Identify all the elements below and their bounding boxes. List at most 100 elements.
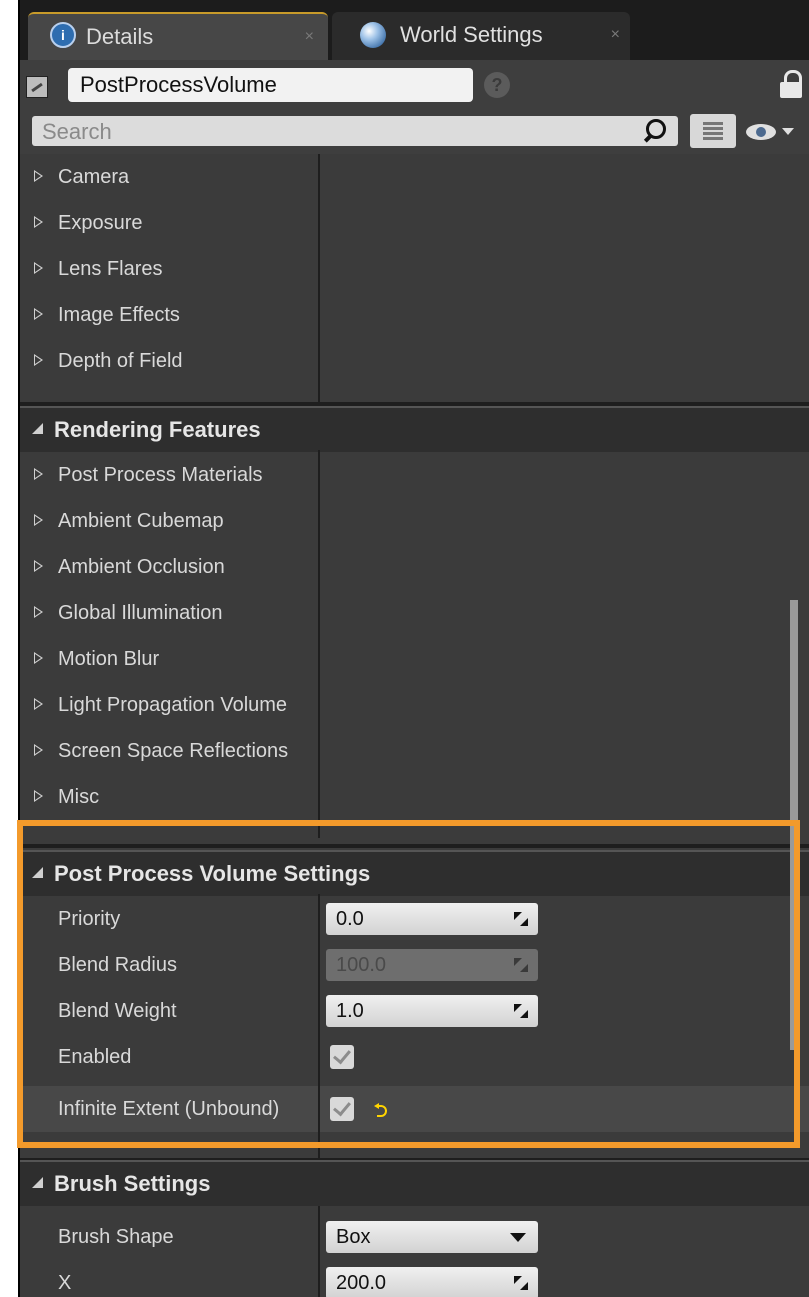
search-field	[32, 116, 678, 148]
lock-body	[780, 82, 802, 98]
category-title: Brush Settings	[54, 1171, 211, 1196]
blend-radius-number-field[interactable]: 100.0	[326, 949, 538, 981]
spin-arrows-icon[interactable]	[514, 958, 528, 972]
search-icon[interactable]	[642, 118, 668, 144]
category-post-process-volume-settings[interactable]: Post Process Volume Settings	[20, 850, 809, 896]
property-label: Brush Shape	[58, 1226, 174, 1248]
category-lens-flares[interactable]: Lens Flares	[20, 246, 809, 292]
x-value: 200.0	[336, 1272, 387, 1294]
search-row	[20, 110, 809, 154]
expand-arrow-icon	[34, 354, 43, 366]
expand-arrow-icon	[34, 170, 43, 182]
section-separator	[20, 844, 809, 848]
spin-arrows-icon[interactable]	[514, 1276, 528, 1290]
category-light-propagation-volume[interactable]: Light Propagation Volume	[20, 682, 809, 728]
tab-details-label: Details	[86, 24, 154, 49]
category-image-effects[interactable]: Image Effects	[20, 292, 809, 338]
close-icon[interactable]: ×	[305, 28, 314, 46]
grid-icon	[703, 122, 723, 140]
category-ambient-occlusion[interactable]: Ambient Occlusion	[20, 544, 809, 590]
expand-arrow-icon	[34, 790, 43, 802]
actor-type-icon	[26, 76, 48, 98]
property-label: Infinite Extent (Unbound)	[58, 1098, 280, 1120]
category-post-process-materials[interactable]: Post Process Materials	[20, 452, 809, 498]
chevron-down-icon	[510, 1233, 526, 1242]
category-label: Image Effects	[58, 304, 180, 326]
enabled-checkbox[interactable]	[330, 1045, 354, 1069]
property-label: Priority	[58, 908, 121, 930]
blend-weight-value: 1.0	[336, 1000, 364, 1022]
close-icon[interactable]: ×	[611, 26, 620, 44]
category-label: Misc	[58, 786, 100, 808]
expand-arrow-icon	[34, 606, 43, 618]
screenshot-frame: i Details × World Settings × PostProcess…	[0, 0, 809, 1297]
blend-radius-value: 100.0	[336, 954, 387, 976]
property-brush-shape: Brush Shape Box	[20, 1214, 809, 1260]
actor-name-row: PostProcessVolume ?	[20, 60, 809, 110]
category-ambient-cubemap[interactable]: Ambient Cubemap	[20, 498, 809, 544]
spin-arrows-icon[interactable]	[514, 1004, 528, 1018]
category-label: Camera	[58, 166, 130, 188]
category-label: Light Propagation Volume	[58, 694, 288, 716]
column-divider[interactable]	[318, 894, 320, 1178]
property-blend-radius: Blend Radius 100.0	[20, 942, 809, 988]
collapse-arrow-icon	[32, 1177, 43, 1188]
expand-arrow-icon	[34, 698, 43, 710]
category-label: Depth of Field	[58, 350, 183, 372]
property-label: Blend Radius	[58, 954, 177, 976]
expand-arrow-icon	[34, 262, 43, 274]
priority-number-field[interactable]: 0.0	[326, 903, 538, 935]
category-title: Rendering Features	[54, 417, 261, 442]
category-label: Exposure	[58, 212, 143, 234]
x-number-field[interactable]: 200.0	[326, 1267, 538, 1297]
view-options-button[interactable]	[746, 120, 806, 144]
column-divider[interactable]	[318, 1206, 320, 1297]
expand-arrow-icon	[34, 652, 43, 664]
category-label: Lens Flares	[58, 258, 163, 280]
globe-icon	[360, 22, 386, 48]
column-divider[interactable]	[318, 154, 320, 402]
category-brush-settings[interactable]: Brush Settings	[20, 1160, 809, 1206]
column-divider[interactable]	[318, 450, 320, 838]
property-label: Blend Weight	[58, 1000, 177, 1022]
expand-arrow-icon	[34, 560, 43, 572]
infinite-extent-checkbox[interactable]	[330, 1097, 354, 1121]
category-rendering-features[interactable]: Rendering Features	[20, 406, 809, 452]
category-label: Post Process Materials	[58, 464, 263, 486]
blend-weight-number-field[interactable]: 1.0	[326, 995, 538, 1027]
actor-name-field[interactable]: PostProcessVolume	[68, 68, 473, 102]
spin-arrows-icon[interactable]	[514, 912, 528, 926]
category-exposure[interactable]: Exposure	[20, 200, 809, 246]
category-label: Ambient Occlusion	[58, 556, 225, 578]
help-icon[interactable]: ?	[484, 72, 510, 98]
category-screen-space-reflections[interactable]: Screen Space Reflections	[20, 728, 809, 774]
expand-arrow-icon	[34, 744, 43, 756]
info-icon: i	[50, 22, 76, 48]
property-matrix-button[interactable]	[690, 114, 736, 148]
category-label: Global Illumination	[58, 602, 223, 624]
brush-shape-dropdown[interactable]: Box	[326, 1221, 538, 1253]
category-misc[interactable]: Misc	[20, 774, 809, 820]
category-label: Motion Blur	[58, 648, 160, 670]
property-label: Enabled	[58, 1046, 132, 1068]
tab-world-settings[interactable]: World Settings ×	[332, 12, 630, 60]
category-camera[interactable]: Camera	[20, 154, 809, 200]
lock-icon[interactable]	[780, 70, 802, 100]
collapse-arrow-icon	[32, 423, 43, 434]
category-label: Ambient Cubemap	[58, 510, 224, 532]
property-priority: Priority 0.0	[20, 896, 809, 942]
scrollbar-thumb[interactable]	[790, 600, 798, 1050]
search-input[interactable]	[32, 116, 644, 148]
category-motion-blur[interactable]: Motion Blur	[20, 636, 809, 682]
property-x: X 200.0	[20, 1260, 809, 1297]
category-depth-of-field[interactable]: Depth of Field	[20, 338, 809, 384]
property-enabled: Enabled	[20, 1034, 809, 1080]
category-global-illumination[interactable]: Global Illumination	[20, 590, 809, 636]
tab-world-settings-label: World Settings	[400, 22, 543, 47]
property-infinite-extent: Infinite Extent (Unbound)	[20, 1086, 809, 1132]
expand-arrow-icon	[34, 514, 43, 526]
reset-to-default-icon[interactable]	[374, 1103, 388, 1117]
details-panel: i Details × World Settings × PostProcess…	[20, 0, 809, 1297]
tab-details[interactable]: i Details ×	[28, 12, 328, 60]
category-label: Screen Space Reflections	[58, 740, 289, 762]
